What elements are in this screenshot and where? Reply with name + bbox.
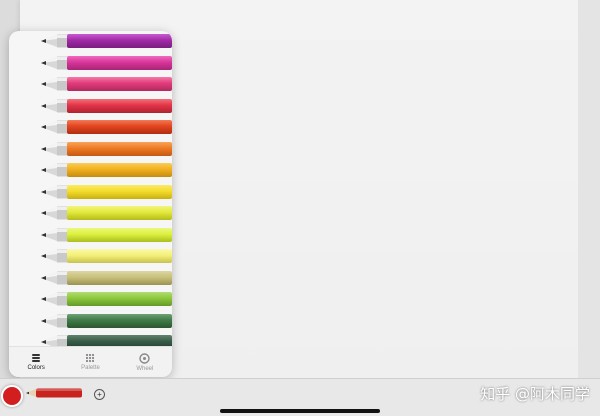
pencil-swatch[interactable] [31,270,172,286]
pencil-tip-icon [41,99,68,112]
pencil-tip-icon [41,34,68,48]
tab-wheel-label: Wheel [136,365,154,372]
watermark-text: 知乎 @阿木同学 [480,385,590,403]
pencil-tip-icon [41,77,68,91]
pencil-swatch[interactable] [31,55,172,71]
pencil-tip-icon [41,206,68,220]
tab-palette[interactable]: Palette [63,347,117,377]
pencil-swatch[interactable] [31,248,172,264]
bottom-toolbar: + 知乎 @阿木同学 [0,378,600,416]
pencil-body [67,98,172,113]
pencil-body [67,120,172,134]
pencil-tip-icon [41,249,68,263]
pencil-body [67,206,172,220]
pencil-tip-icon [41,314,68,327]
color-picker-popover: Colors Palette Wheel [9,31,172,377]
pencil-body [67,249,172,263]
tab-palette-label: Palette [81,365,100,371]
pencil-swatch[interactable] [31,205,172,221]
pencil-tip-icon [41,292,68,306]
pencil-body [67,141,172,156]
canvas-edge [578,0,600,378]
pencil-body [67,292,172,306]
add-color-button[interactable]: + [94,389,105,400]
pencil-swatch[interactable] [31,227,172,243]
color-wheel-icon [139,352,151,364]
pencil-tip-icon [41,185,68,198]
tab-colors-label: Colors [27,365,45,371]
pencil-tip-icon [41,142,68,155]
tab-wheel[interactable]: Wheel [118,347,172,377]
pencil-tip-icon [41,271,68,284]
pencil-swatch[interactable] [31,33,172,49]
home-indicator [220,409,380,413]
pencil-tip-icon [41,228,68,241]
pencil-swatch[interactable] [31,162,172,178]
grid-dots-icon [86,353,95,363]
app-screen: Colors Palette Wheel + 知乎 @阿木同学 [0,0,600,416]
pencil-body [67,313,172,328]
pencil-body [67,163,172,177]
pencil-body [67,55,172,70]
pencil-swatch[interactable] [31,76,172,92]
pencil-swatch[interactable] [31,313,172,329]
pencil-body [67,77,172,91]
pencil-tip-icon [41,163,68,177]
pencil-color-list [9,31,172,349]
pencil-tip-icon [41,56,68,69]
pencil-body [67,34,172,48]
tab-colors[interactable]: Colors [9,347,63,377]
pencil-swatch[interactable] [31,141,172,157]
pencil-tip-icon [41,120,68,134]
pencil-swatch[interactable] [31,291,172,307]
pencil-body [67,184,172,199]
current-color-swatch[interactable] [1,385,23,407]
stack-icon [32,354,41,362]
pencil-body [67,227,172,242]
pencil-tool-icon[interactable] [26,386,84,400]
color-picker-tabbar: Colors Palette Wheel [9,346,172,377]
pencil-swatch[interactable] [31,184,172,200]
pencil-body [67,270,172,285]
pencil-swatch[interactable] [31,98,172,114]
pencil-swatch[interactable] [31,119,172,135]
